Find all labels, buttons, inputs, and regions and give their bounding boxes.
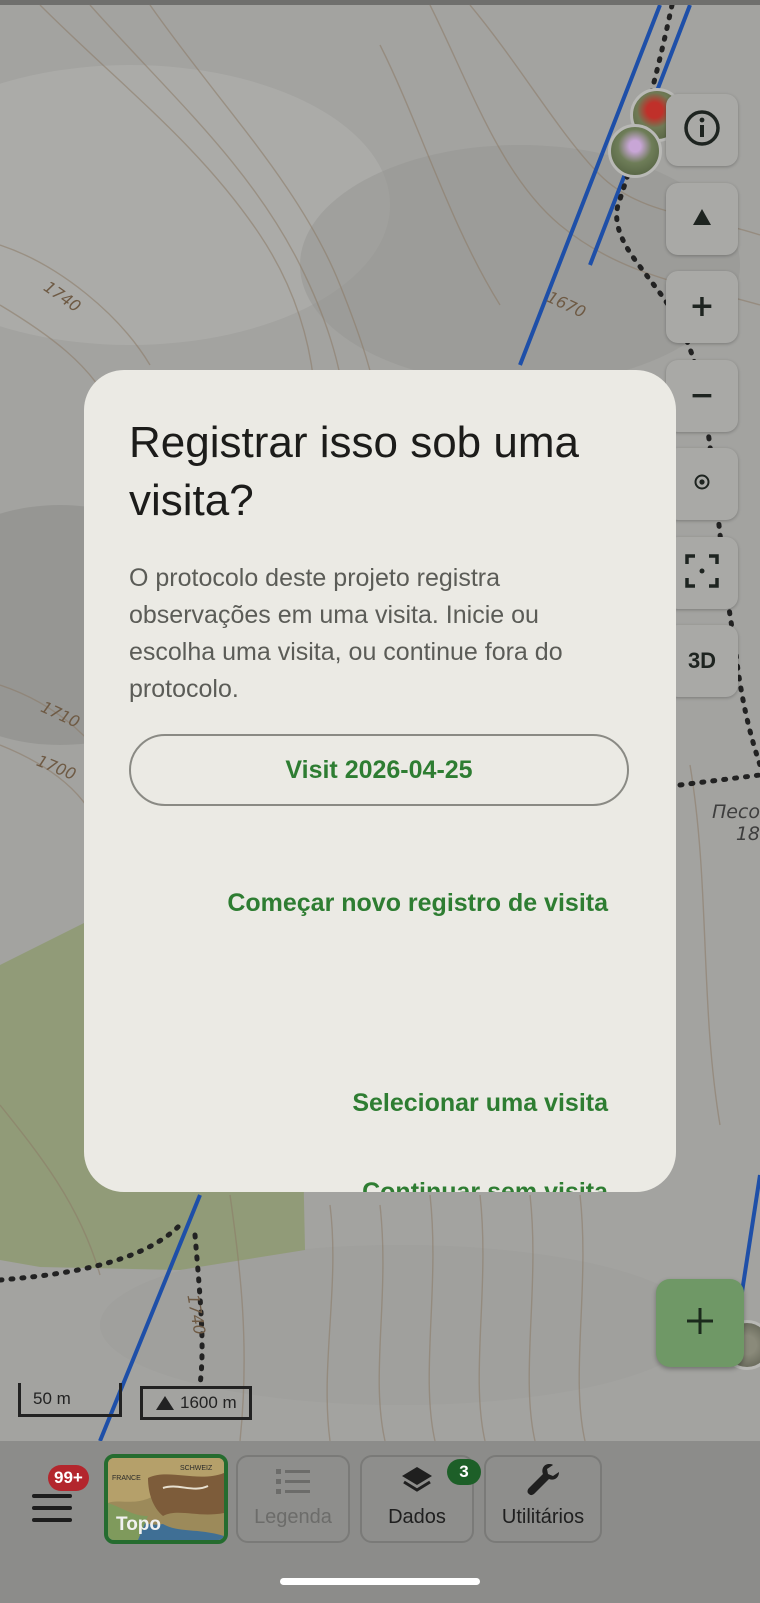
zoom-out-button[interactable]: − [666, 360, 738, 432]
topo-thumb-label: SCHWEIZ [180, 1465, 213, 1472]
continue-without-visit-button[interactable]: Continuar sem visita [362, 1178, 608, 1192]
add-observation-button[interactable] [656, 1279, 744, 1367]
plus-icon: + [689, 289, 715, 324]
dialog-title: Registrar isso sob uma visita? [129, 418, 579, 525]
select-visit-button[interactable]: Selecionar uma visita [352, 1089, 608, 1118]
altitude-indicator: 1600 m [140, 1386, 252, 1420]
home-indicator[interactable] [280, 1578, 480, 1585]
tab-legend-label: Legenda [254, 1506, 332, 1528]
topo-thumb-label: FRANCE [112, 1475, 141, 1482]
existing-visit-button[interactable]: Visit 2026-04-25 [129, 734, 629, 806]
3d-label: 3D [687, 648, 717, 673]
info-icon [683, 109, 721, 152]
compass-button[interactable] [666, 183, 738, 255]
place-label-line: 18 [735, 823, 760, 845]
tab-tools-label: Utilitários [501, 1506, 585, 1528]
scale-bar: 50 m [18, 1383, 122, 1417]
dialog-message: O protocolo deste projeto registra obser… [129, 564, 563, 703]
list-icon [276, 1467, 310, 1502]
3d-toggle-button[interactable]: 3D [666, 625, 738, 697]
start-new-visit-button[interactable]: Começar novo registro de visita [227, 889, 608, 918]
place-label: Песо 18 [700, 801, 760, 845]
tab-legend[interactable]: Legenda [236, 1455, 350, 1543]
locate-button[interactable] [666, 448, 738, 520]
basemap-topo-tile[interactable]: FRANCE SCHWEIZ Topo [104, 1454, 228, 1544]
minus-icon: − [689, 378, 715, 413]
tab-tools[interactable]: Utilitários [484, 1455, 602, 1543]
place-label-line: Песо [711, 801, 760, 823]
zoom-in-button[interactable]: + [666, 271, 738, 343]
tab-data-label: Dados [388, 1506, 446, 1528]
mountain-icon [155, 1395, 175, 1411]
scale-distance-label: 50 m [33, 1388, 71, 1408]
north-arrow-icon [691, 207, 713, 232]
fullscreen-icon [684, 553, 720, 594]
visit-dialog: Registrar isso sob uma visita? O protoco… [84, 370, 676, 1192]
data-count-badge: 3 [447, 1459, 481, 1485]
fullscreen-button[interactable] [666, 537, 738, 609]
altitude-label: 1600 m [180, 1393, 237, 1412]
photo-marker[interactable] [608, 124, 662, 178]
notification-badge: 99+ [48, 1465, 89, 1491]
topo-label: Topo [116, 1514, 162, 1535]
wrench-icon [525, 1461, 561, 1502]
layers-icon [400, 1465, 434, 1502]
plus-icon [685, 1306, 715, 1341]
info-button[interactable] [666, 94, 738, 166]
location-icon [693, 473, 711, 496]
